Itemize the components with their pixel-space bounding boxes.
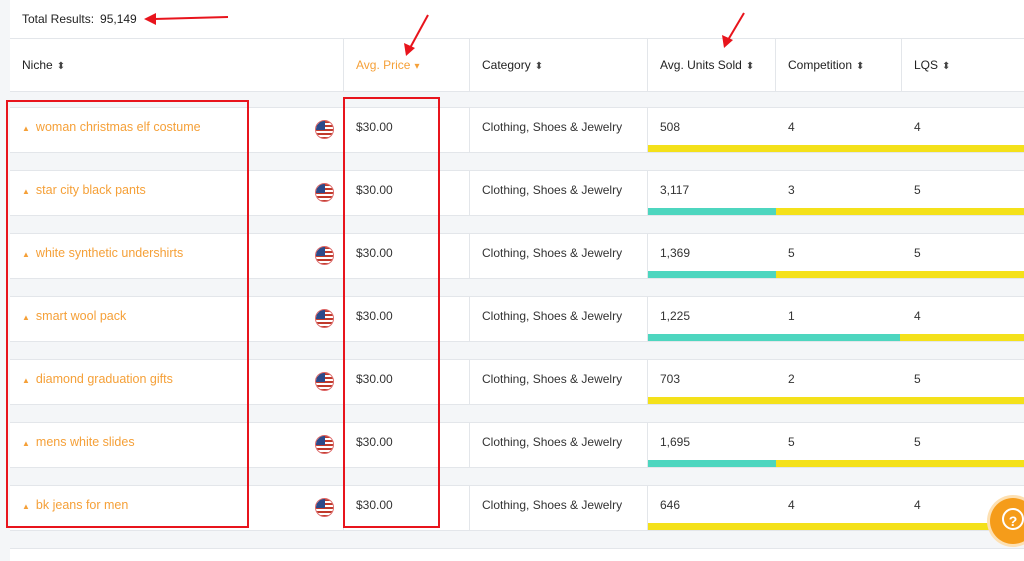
column-header-label: Avg. Price [356, 58, 411, 72]
column-header-niche[interactable]: Niche ⬍ [10, 39, 344, 91]
us-flag-icon [315, 309, 334, 328]
results-summary-bar: Total Results: 95,149 [10, 0, 1024, 39]
us-flag-icon [315, 246, 334, 265]
score-bar [648, 271, 1024, 278]
price-cell: $30.00 [344, 486, 470, 530]
column-header-label: Category [482, 58, 531, 72]
help-button[interactable]: ? [990, 498, 1024, 544]
table-row[interactable]: ▲ diamond graduation gifts $30.00 Clothin… [10, 359, 1024, 405]
niche-link[interactable]: mens white slides [36, 435, 135, 449]
sort-both-icon: ⬍ [56, 61, 66, 72]
us-flag-icon [315, 120, 334, 139]
column-header-label: Avg. Units Sold [660, 58, 742, 72]
total-results: Total Results: 95,149 [22, 12, 137, 26]
niche-cell[interactable]: ▲ star city black pants [10, 171, 344, 215]
sort-down-icon: ▾ [414, 61, 420, 72]
niche-cell[interactable]: ▲ smart wool pack [10, 297, 344, 341]
table-row[interactable]: ▲ mens white slides $30.00 Clothing, Shoe… [10, 422, 1024, 468]
niche-link[interactable]: star city black pants [36, 183, 146, 197]
column-header-lqs[interactable]: LQS ⬍ [902, 39, 1024, 91]
niche-cell[interactable]: ▲ woman christmas elf costume [10, 108, 344, 152]
sort-both-icon: ⬍ [856, 61, 865, 72]
caret-up-icon: ▲ [22, 439, 30, 448]
category-cell: Clothing, Shoes & Jewelry [470, 297, 648, 341]
niche-cell[interactable]: ▲ diamond graduation gifts [10, 360, 344, 404]
sort-both-icon: ⬍ [534, 61, 544, 72]
us-flag-icon [315, 183, 334, 202]
score-bar [648, 145, 1024, 152]
niche-link[interactable]: smart wool pack [36, 309, 126, 323]
score-bar [648, 208, 1024, 215]
category-cell: Clothing, Shoes & Jewelry [470, 234, 648, 278]
category-cell: Clothing, Shoes & Jewelry [470, 360, 648, 404]
caret-up-icon: ▲ [22, 250, 30, 259]
score-bar [648, 460, 1024, 467]
score-bar [648, 523, 1024, 530]
table-row[interactable]: ▲ white synthetic undershirts $30.00 Clot… [10, 233, 1024, 279]
price-cell: $30.00 [344, 360, 470, 404]
caret-up-icon: ▲ [22, 502, 30, 511]
table-row-partial [10, 548, 1024, 561]
score-bar [648, 397, 1024, 404]
niche-link[interactable]: diamond graduation gifts [36, 372, 173, 386]
caret-up-icon: ▲ [22, 124, 30, 133]
column-header-avg-price[interactable]: Avg. Price ▾ [344, 39, 470, 91]
score-bar [648, 334, 1024, 341]
column-header-label: Competition [788, 58, 853, 72]
niche-link[interactable]: woman christmas elf costume [36, 120, 201, 134]
category-cell: Clothing, Shoes & Jewelry [470, 108, 648, 152]
niche-cell[interactable]: ▲ bk jeans for men [10, 486, 344, 530]
sort-both-icon: ⬍ [942, 61, 951, 72]
question-icon: ? [1002, 508, 1024, 530]
niche-cell[interactable]: ▲ mens white slides [10, 423, 344, 467]
price-cell: $30.00 [344, 234, 470, 278]
caret-up-icon: ▲ [22, 313, 30, 322]
price-cell: $30.00 [344, 108, 470, 152]
total-results-label: Total Results: [22, 12, 95, 26]
score-bar-fill [648, 460, 776, 467]
total-results-count: 95,149 [100, 12, 137, 26]
us-flag-icon [315, 372, 334, 391]
table-row[interactable]: ▲ woman christmas elf costume $30.00 Clot… [10, 107, 1024, 153]
table-row[interactable]: ▲ star city black pants $30.00 Clothing, … [10, 170, 1024, 216]
table-row[interactable]: ▲ bk jeans for men $30.00 Clothing, Shoes… [10, 485, 1024, 531]
price-cell: $30.00 [344, 297, 470, 341]
column-header-competition[interactable]: Competition ⬍ [776, 39, 902, 91]
table-row[interactable]: ▲ smart wool pack $30.00 Clothing, Shoes … [10, 296, 1024, 342]
column-header-label: LQS [914, 58, 939, 72]
sort-both-icon: ⬍ [745, 61, 755, 72]
category-cell: Clothing, Shoes & Jewelry [470, 423, 648, 467]
column-header-category[interactable]: Category ⬍ [470, 39, 648, 91]
niche-cell[interactable]: ▲ white synthetic undershirts [10, 234, 344, 278]
category-cell: Clothing, Shoes & Jewelry [470, 171, 648, 215]
score-bar-fill [648, 208, 776, 215]
category-cell: Clothing, Shoes & Jewelry [470, 486, 648, 530]
price-cell: $30.00 [344, 171, 470, 215]
us-flag-icon [315, 498, 334, 517]
column-header-label: Niche [22, 58, 53, 72]
score-bar-fill [648, 271, 776, 278]
price-cell: $30.00 [344, 423, 470, 467]
score-bar-fill [648, 334, 900, 341]
caret-up-icon: ▲ [22, 187, 30, 196]
us-flag-icon [315, 435, 334, 454]
table-header: Niche ⬍ Avg. Price ▾ Category ⬍ Avg. Units … [10, 39, 1024, 92]
niche-link[interactable]: white synthetic undershirts [36, 246, 183, 260]
column-header-avg-units-sold[interactable]: Avg. Units Sold ⬍ [648, 39, 776, 91]
caret-up-icon: ▲ [22, 376, 30, 385]
niche-link[interactable]: bk jeans for men [36, 498, 128, 512]
